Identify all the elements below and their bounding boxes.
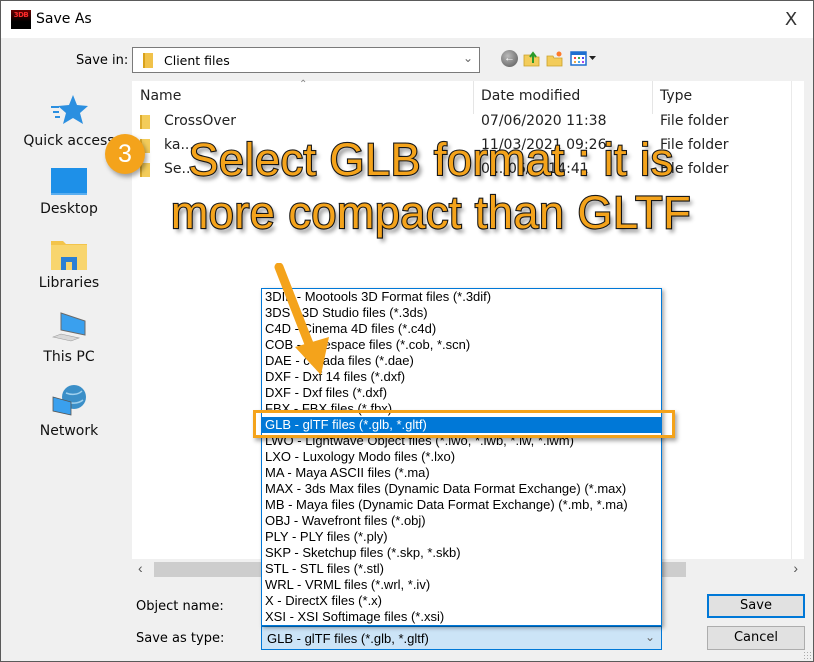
callout-line-2: more compact than GLTF [170,186,692,239]
save-button[interactable]: Save [707,594,805,618]
view-menu-icon[interactable] [570,50,598,67]
dropdown-option[interactable]: XSI - XSI Softimage files (*.xsi) [262,609,661,625]
scroll-left-icon[interactable]: ‹ [138,560,143,576]
object-name-label: Object name: [136,599,224,614]
dropdown-option[interactable]: LXO - Luxology Modo files (*.lxo) [262,449,661,465]
app-icon: 3DB [11,10,31,29]
chevron-down-icon: ⌄ [462,51,473,65]
column-header-date-modified[interactable]: Date modified [481,88,580,104]
save-as-dialog: 3DB Save As X Save in: Client files ⌄ ← … [0,0,814,662]
dropdown-option[interactable]: PLY - PLY files (*.ply) [262,529,661,545]
libraries-icon [51,241,87,270]
dropdown-option[interactable]: SKP - Sketchup files (*.skp, *.skb) [262,545,661,561]
vertical-scrollbar[interactable] [791,81,804,559]
sidebar-item-desktop[interactable]: Desktop [9,167,129,217]
sidebar-item-libraries[interactable]: Libraries [9,237,129,291]
window-title: Save As [36,11,92,27]
save-in-combobox[interactable]: Client files ⌄ [132,47,480,73]
cancel-button[interactable]: Cancel [707,626,805,650]
step-badge: 3 [105,134,145,174]
sidebar-item-label: Network [39,423,99,439]
dropdown-option[interactable]: OBJ - Wavefront files (*.obj) [262,513,661,529]
file-type: File folder [660,113,729,129]
column-header-type[interactable]: Type [660,88,692,104]
folder-icon [140,115,150,129]
dropdown-option[interactable]: X - DirectX files (*.x) [262,593,661,609]
sidebar-item-label: This PC [43,349,95,365]
dropdown-option[interactable]: STL - STL files (*.stl) [262,561,661,577]
dropdown-option[interactable]: DXF - Dxf files (*.dxf) [262,385,661,401]
sort-ascending-icon: ⌃ [299,79,308,90]
dropdown-option[interactable]: WRL - VRML files (*.wrl, *.iv) [262,577,661,593]
sidebar-item-label: Desktop [40,201,98,217]
file-row[interactable]: CrossOver 07/06/2020 11:38 File folder [132,110,729,134]
scroll-right-icon[interactable]: › [793,560,798,576]
pointer-arrow-icon [274,263,329,375]
dropdown-option[interactable]: MB - Maya files (Dynamic Data Format Exc… [262,497,661,513]
save-as-type-select[interactable]: GLB - glTF files (*.glb, *.gltf) ⌄ [261,626,662,650]
back-icon[interactable]: ← [501,50,518,67]
callout-line-1: Select GLB format : it is [187,133,674,186]
dropdown-option[interactable]: MAX - 3ds Max files (Dynamic Data Format… [262,481,661,497]
dropdown-option[interactable]: MA - Maya ASCII files (*.ma) [262,465,661,481]
close-button[interactable]: X [769,1,813,38]
title-bar: 3DB Save As X [1,1,813,38]
column-header-name[interactable]: Name [140,88,181,104]
chevron-down-icon: ⌄ [644,630,655,644]
save-in-value: Client files [164,53,230,68]
desktop-icon [51,168,87,195]
sidebar-item-label: Libraries [38,275,100,291]
up-folder-icon[interactable] [523,50,540,67]
star-icon [51,95,88,124]
save-as-type-label: Save as type: [136,631,225,646]
computer-icon [51,312,86,342]
sidebar-item-network[interactable]: Network [9,383,129,439]
new-folder-icon[interactable] [546,50,563,67]
callout-text: Select GLB format : it is more compact t… [151,133,711,239]
highlight-box [253,410,675,438]
sidebar-item-label: Quick access [23,133,115,149]
save-in-label: Save in: [76,53,129,68]
network-icon [52,385,86,416]
folder-icon [143,53,153,68]
file-name: CrossOver [164,113,237,129]
file-date: 07/06/2020 11:38 [481,113,607,129]
save-as-type-value: GLB - glTF files (*.glb, *.gltf) [267,631,429,646]
sidebar-item-this-pc[interactable]: This PC [9,311,129,365]
resize-grip[interactable] [803,651,811,659]
